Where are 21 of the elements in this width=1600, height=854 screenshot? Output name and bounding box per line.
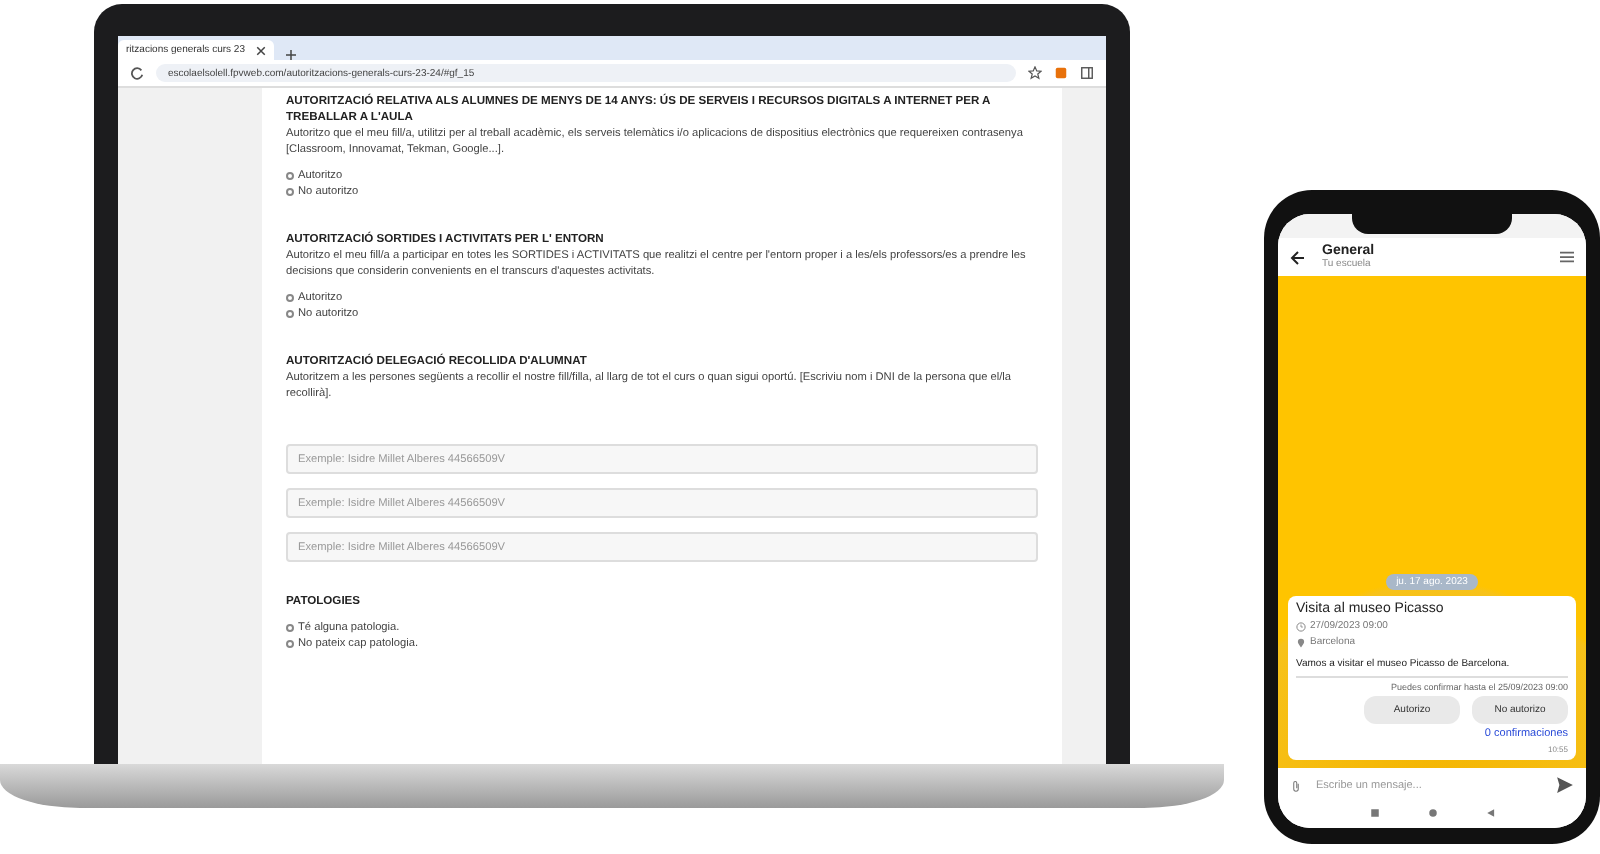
extension-icon[interactable]	[1054, 66, 1068, 80]
square-icon[interactable]	[1369, 808, 1379, 818]
close-icon[interactable]	[256, 45, 267, 55]
radio-button[interactable]	[286, 310, 294, 318]
menu-icon[interactable]	[1560, 250, 1574, 264]
back-arrow-icon[interactable]	[1290, 249, 1306, 265]
send-icon[interactable]	[1556, 776, 1574, 794]
radio-button[interactable]	[286, 640, 294, 648]
radio-button[interactable]	[286, 172, 294, 180]
star-icon[interactable]	[1028, 66, 1042, 80]
triangle-icon[interactable]	[1485, 808, 1495, 818]
paperclip-icon[interactable]	[1290, 777, 1302, 793]
reload-icon[interactable]	[130, 66, 144, 80]
clock-icon	[1296, 621, 1306, 631]
radio-button[interactable]	[286, 624, 294, 632]
radio-button[interactable]	[286, 188, 294, 196]
location-pin-icon	[1296, 637, 1306, 647]
circle-icon[interactable]	[1427, 808, 1437, 818]
new-tab-icon[interactable]	[286, 50, 297, 60]
sidebar-icon[interactable]	[1080, 66, 1094, 80]
radio-button[interactable]	[286, 294, 294, 302]
